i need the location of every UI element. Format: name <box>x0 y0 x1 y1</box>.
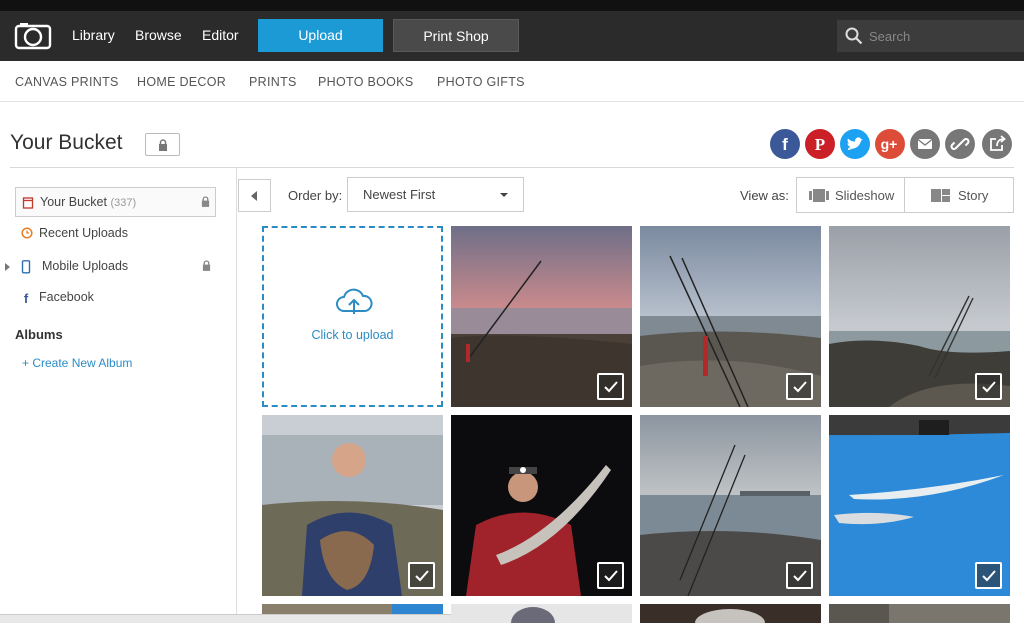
bucket-icon <box>22 197 34 209</box>
svg-text:P: P <box>815 135 825 154</box>
photo-thumbnail[interactable] <box>451 226 632 407</box>
nav-browse[interactable]: Browse <box>135 27 182 43</box>
search-input[interactable] <box>869 26 1019 46</box>
pinterest-icon: P <box>815 135 825 154</box>
svg-text:f: f <box>782 135 788 154</box>
print-shop-button[interactable]: Print Shop <box>393 19 519 52</box>
facebook-share-button[interactable]: f <box>770 129 800 159</box>
select-checkbox[interactable] <box>597 562 624 589</box>
sidebar-item-facebook[interactable]: f Facebook <box>15 283 216 313</box>
nav-editor[interactable]: Editor <box>202 27 239 43</box>
googleplus-icon: g+ <box>881 136 898 152</box>
select-checkbox[interactable] <box>975 562 1002 589</box>
slideshow-label: Slideshow <box>835 188 895 203</box>
lock-icon <box>159 139 167 151</box>
search-icon <box>845 27 863 45</box>
order-by-label: Order by: <box>288 188 343 203</box>
browser-status-bar <box>0 614 451 623</box>
photo-image <box>829 604 1010 623</box>
app-header: Library Browse Editor Upload Print Shop <box>0 11 1024 61</box>
subnav-photo-books[interactable]: PHOTO BOOKS <box>318 75 413 89</box>
checkmark-icon <box>415 570 429 582</box>
order-by-value: Newest First <box>363 187 436 202</box>
photo-thumbnail[interactable] <box>829 415 1010 596</box>
sidebar-item-label: Facebook <box>39 290 94 304</box>
twitter-icon <box>847 137 863 150</box>
sidebar-item-mobile-uploads[interactable]: Mobile Uploads <box>15 252 216 282</box>
mobile-icon <box>21 260 31 274</box>
story-icon <box>931 189 950 202</box>
select-checkbox[interactable] <box>408 562 435 589</box>
photo-image <box>640 604 821 623</box>
camera-logo-icon[interactable] <box>14 22 52 50</box>
sidebar-item-label: Mobile Uploads <box>42 259 129 273</box>
create-album-link[interactable]: + Create New Album <box>22 356 132 370</box>
story-button[interactable]: Story <box>904 177 1014 213</box>
photo-thumbnail[interactable] <box>640 604 821 623</box>
link-icon <box>950 138 970 150</box>
checkmark-icon <box>793 381 807 393</box>
nav-library[interactable]: Library <box>72 27 115 43</box>
facebook-icon: f <box>24 291 29 304</box>
pinterest-share-button[interactable]: P <box>805 129 835 159</box>
upload-button[interactable]: Upload <box>258 19 383 52</box>
albums-heading: Albums <box>15 327 63 342</box>
slideshow-button[interactable]: Slideshow <box>796 177 905 213</box>
shop-subnav: CANVAS PRINTS HOME DECOR PRINTS PHOTO BO… <box>0 61 1024 102</box>
select-checkbox[interactable] <box>786 373 813 400</box>
photo-thumbnail[interactable] <box>451 415 632 596</box>
story-label: Story <box>958 188 989 203</box>
photo-thumbnail[interactable] <box>829 604 1010 623</box>
sidebar-item-your-bucket[interactable]: Your Bucket (337) <box>15 187 216 217</box>
sidebar: Your Bucket (337) Recent Uploads Mobile … <box>0 168 237 623</box>
bucket-count: (337) <box>110 197 137 209</box>
slideshow-icon <box>809 189 829 202</box>
view-as-label: View as: <box>740 188 789 203</box>
subnav-photo-gifts[interactable]: PHOTO GIFTS <box>437 75 525 89</box>
photo-thumbnail[interactable] <box>640 226 821 407</box>
subnav-canvas-prints[interactable]: CANVAS PRINTS <box>15 75 119 89</box>
email-share-button[interactable] <box>910 129 940 159</box>
checkmark-icon <box>982 570 996 582</box>
sidebar-item-label: Recent Uploads <box>39 226 128 240</box>
lock-icon <box>202 260 211 271</box>
svg-text:f: f <box>24 291 29 304</box>
top-strip <box>0 0 1024 11</box>
photo-thumbnail[interactable] <box>640 415 821 596</box>
search-box <box>837 20 1024 52</box>
lock-icon <box>201 196 210 207</box>
checkmark-icon <box>793 570 807 582</box>
select-checkbox[interactable] <box>597 373 624 400</box>
copy-link-button[interactable] <box>945 129 975 159</box>
svg-text:g+: g+ <box>881 136 898 152</box>
photo-thumbnail[interactable] <box>451 604 632 623</box>
sidebar-item-recent-uploads[interactable]: Recent Uploads <box>15 219 216 249</box>
facebook-icon: f <box>782 135 788 154</box>
twitter-share-button[interactable] <box>840 129 870 159</box>
subnav-prints[interactable]: PRINTS <box>249 75 297 89</box>
email-icon <box>917 138 933 149</box>
checkmark-icon <box>604 570 618 582</box>
googleplus-share-button[interactable]: g+ <box>875 129 905 159</box>
photo-thumbnail[interactable] <box>829 226 1010 407</box>
photo-image <box>451 604 632 623</box>
clock-icon <box>21 227 33 239</box>
cloud-upload-icon <box>336 288 373 314</box>
page-title: Your Bucket <box>10 131 123 154</box>
select-checkbox[interactable] <box>975 373 1002 400</box>
upload-tile-text: Click to upload <box>311 328 394 342</box>
click-to-upload-tile[interactable]: Click to upload <box>262 226 443 407</box>
share-button[interactable] <box>982 129 1012 159</box>
expand-caret-icon[interactable] <box>5 263 10 271</box>
subnav-home-decor[interactable]: HOME DECOR <box>137 75 226 89</box>
share-icon <box>990 135 1006 151</box>
privacy-lock-button[interactable] <box>145 133 180 156</box>
sidebar-item-label: Your Bucket <box>40 195 107 209</box>
checkmark-icon <box>982 381 996 393</box>
checkmark-icon <box>604 381 618 393</box>
collapse-sidebar-button[interactable] <box>238 179 271 212</box>
select-checkbox[interactable] <box>786 562 813 589</box>
photo-thumbnail[interactable] <box>262 415 443 596</box>
order-by-select[interactable]: Newest First <box>347 177 524 212</box>
